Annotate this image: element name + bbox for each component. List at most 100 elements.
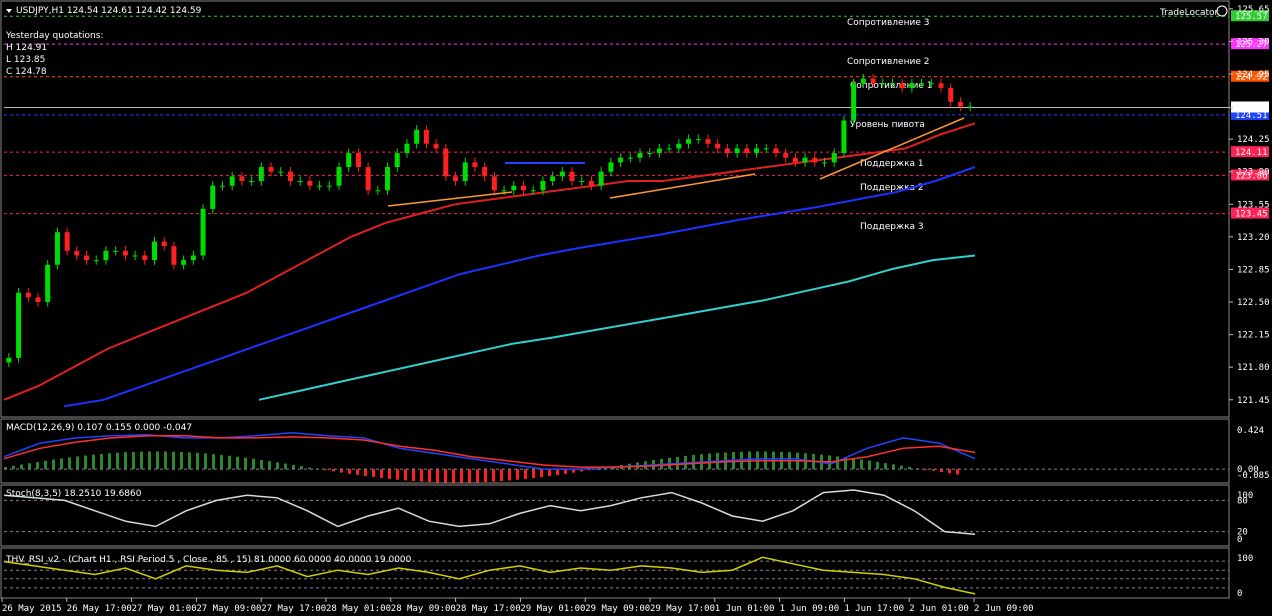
x-tick-label: 29 May 09:00 [585,604,650,614]
candle-body [967,106,973,108]
level-label: Уровень пивота [850,120,925,130]
candle-body [239,176,245,182]
y-tick-label: 125.30 [1237,37,1270,47]
candle-body [520,185,526,191]
macd-histogram-bar [284,463,287,470]
stoch-title: Stoch(8,3,5) 18.2510 19.6860 [6,489,142,499]
candle-body [715,143,721,149]
candle-body [404,143,410,154]
candle-body [45,264,51,303]
macd-histogram-bar [412,469,415,482]
macd-histogram-bar [276,462,279,470]
candle-body [122,250,128,256]
candle-body [724,148,730,154]
macd-histogram-bar [508,469,511,481]
candle-body [744,148,750,154]
level-label: Поддержка 3 [860,222,924,232]
candle-body [783,153,789,158]
macd-histogram-bar [444,469,447,483]
macd-histogram-bar [196,452,199,470]
pane-y-tick-label: 0 [1237,535,1242,545]
macd-histogram-bar [92,454,95,470]
x-tick-label: 1 Jun 17:00 [844,604,904,614]
macd-histogram-bar [452,469,455,483]
candle-body [219,185,225,187]
pane-y-tick-label: 0.424 [1237,426,1264,436]
macd-histogram-bar [516,469,519,480]
candle-body [84,255,90,261]
y-tick-label: 122.50 [1237,298,1270,308]
candle-body [559,171,565,177]
stoch-pane[interactable] [0,484,1230,547]
candle-body [588,181,594,186]
candle-body [530,190,536,192]
macd-histogram-bar [500,469,503,482]
yesterday-label: Yesterday quotations: [5,31,103,41]
macd-histogram-bar [108,453,111,470]
macd-histogram-bar [140,451,143,470]
x-tick-label: 26 May 17:00 [67,604,132,614]
candle-body [414,129,420,144]
x-tick-label: 1 Jun 01:00 [715,604,775,614]
main-pane[interactable] [0,0,1230,418]
macd-histogram-bar [548,469,551,477]
candle-body [249,181,255,183]
brand-label: TradeLocator [1159,8,1219,18]
macd-histogram-bar [476,469,479,483]
macd-histogram-bar [420,469,423,482]
macd-histogram-bar [156,451,159,470]
macd-histogram-bar [212,454,215,470]
x-tick-label: 29 May 01:00 [520,604,585,614]
symbol-title: USDJPY,H1 124.54 124.61 124.42 124.59 [16,6,202,16]
macd-histogram-bar [892,464,895,470]
candle-body [656,148,662,154]
x-tick-label: 29 May 17:00 [650,604,715,614]
candle-body [880,83,886,85]
candle-body [307,181,313,186]
macd-histogram-bar [268,461,271,470]
level-price-label: 123.45 [1235,210,1268,220]
candle-body [909,83,915,88]
y-tick-label: 121.80 [1237,363,1270,373]
candle-body [763,148,769,150]
macd-histogram-bar [132,451,135,470]
macd-histogram-bar [236,456,239,470]
candle-body [336,167,342,186]
y-tick-label: 122.85 [1237,265,1270,275]
pane-y-tick-label: 100 [1237,554,1253,564]
x-tick-label: 27 May 09:00 [196,604,261,614]
macd-histogram-bar [204,453,207,470]
y-tick-label: 124.95 [1237,70,1270,80]
macd-histogram-bar [876,461,879,470]
candle-body [268,167,274,172]
macd-histogram-bar [948,469,951,474]
x-tick-label: 27 May 17:00 [261,604,326,614]
macd-histogram-bar [388,469,391,479]
macd-histogram-bar [492,469,495,482]
candle-body [6,357,12,363]
candle-body [385,167,391,191]
y-tick-label: 125.65 [1237,5,1270,15]
candle-body [462,162,468,182]
macd-histogram-bar [468,469,471,483]
macd-histogram-bar [228,455,231,470]
x-tick-label: 26 May 2015 [2,604,62,614]
macd-histogram-bar [532,469,535,479]
candle-body [152,241,158,261]
candle-body [326,185,332,187]
pane-y-tick-label: 0 [1237,589,1242,599]
trading-chart[interactable]: Сопротивление 3125.57Сопротивление 2125.… [0,0,1272,616]
candle-body [608,162,614,172]
macd-histogram-bar [76,456,79,470]
macd-histogram-bar [556,469,559,476]
macd-histogram-bar [244,457,247,470]
candle-body [346,153,352,168]
candle-body [297,181,303,183]
candle-body [443,148,449,177]
candle-body [375,190,381,192]
macd-histogram-bar [884,463,887,470]
macd-histogram-bar [860,459,863,470]
macd-title: MACD(12,26,9) 0.107 0.155 0.000 -0.047 [6,423,192,433]
y-tick-label: 123.90 [1237,168,1270,178]
candle-body [705,139,711,144]
